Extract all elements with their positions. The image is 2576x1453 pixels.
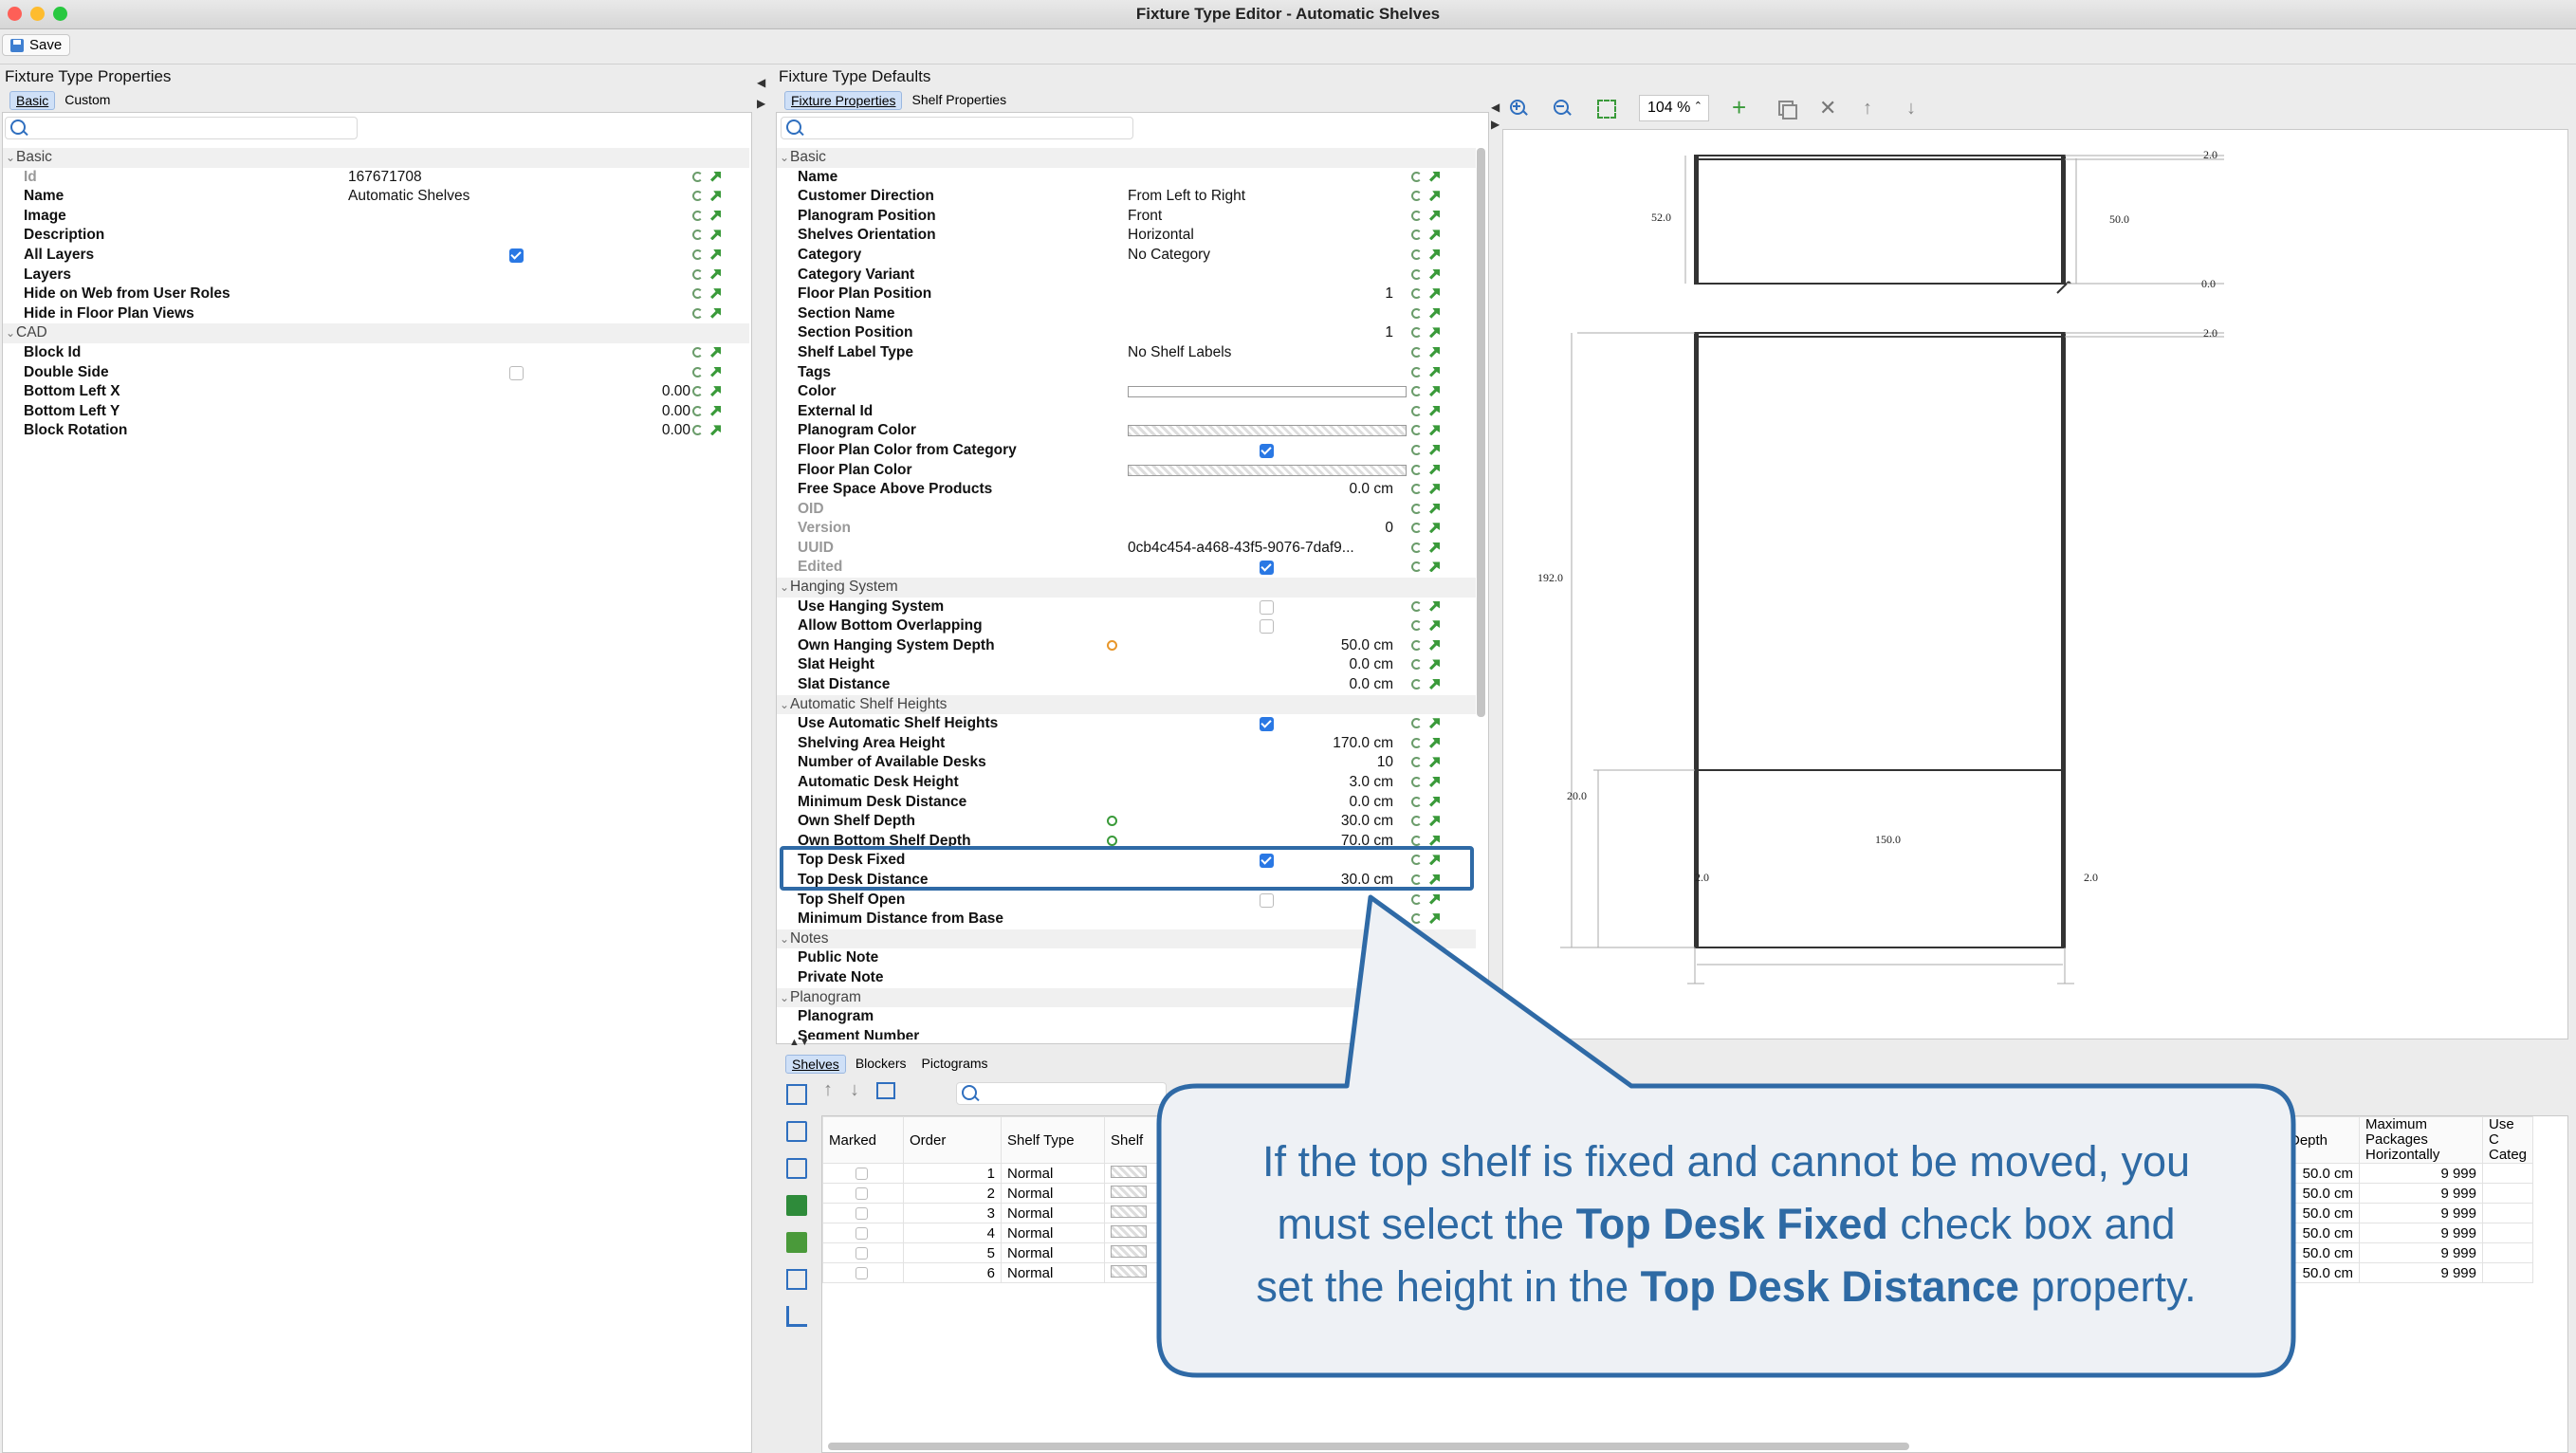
callout-line-2-post: check box and [1887, 1200, 2176, 1248]
callout-line-1: If the top shelf is fixed and cannot be … [1261, 1137, 2191, 1186]
callout-line-2: must select the Top Desk Fixed check box… [1159, 1193, 2293, 1256]
callout-line-3-post: property. [2018, 1262, 2197, 1311]
callout-text: If the top shelf is fixed and cannot be … [1159, 1131, 2293, 1318]
callout-line-3-bold: Top Desk Distance [1640, 1262, 2019, 1311]
callout-line-3-pre: set the height in the [1256, 1262, 1641, 1311]
callout-line-3: set the height in the Top Desk Distance … [1159, 1256, 2293, 1318]
callout-line-2-bold: Top Desk Fixed [1575, 1200, 1888, 1248]
callout-line-2-pre: must select the [1277, 1200, 1576, 1248]
